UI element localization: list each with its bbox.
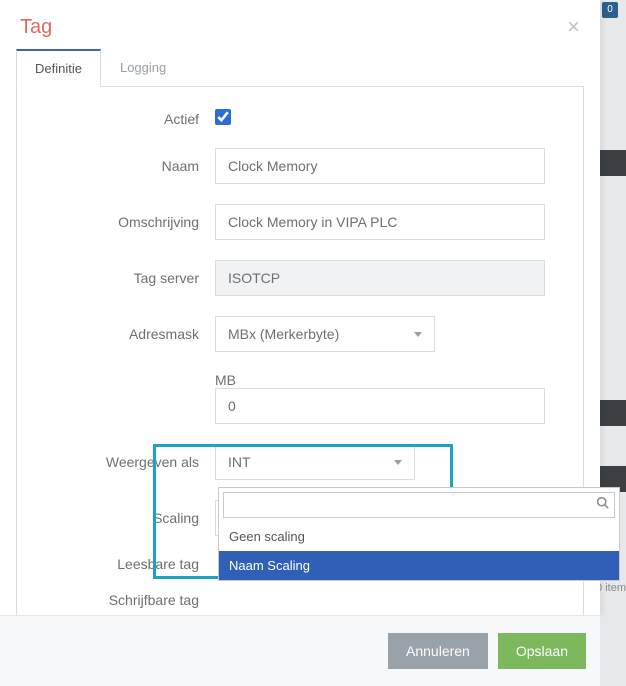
- field-tagserver: ISOTCP: [215, 260, 545, 296]
- items-count: 0 item: [596, 582, 626, 594]
- dropdown-search-wrap: [219, 488, 619, 522]
- chevron-down-icon: [414, 332, 422, 337]
- modal-footer: Annuleren Opslaan: [0, 615, 600, 686]
- save-button[interactable]: Opslaan: [498, 633, 586, 669]
- dropdown-option-none[interactable]: Geen scaling: [219, 522, 619, 551]
- row-active: Actief: [35, 109, 565, 128]
- tab-logging[interactable]: Logging: [101, 49, 185, 87]
- label-addrmask: Adresmask: [35, 326, 215, 342]
- select-addrmask-value: MBx (Merkerbyte): [228, 326, 339, 342]
- bg-bar: [600, 400, 626, 426]
- select-display-as-value: INT: [228, 454, 251, 470]
- row-name: Naam: [35, 148, 565, 184]
- close-icon[interactable]: ×: [567, 14, 580, 40]
- label-writable-tag: Schrijfbare tag: [35, 592, 215, 608]
- notif-badge: 0: [602, 2, 618, 18]
- dropdown-search-input[interactable]: [223, 492, 615, 518]
- row-tagserver: Tag server ISOTCP: [35, 260, 565, 296]
- label-active: Actief: [35, 111, 215, 127]
- tab-definition[interactable]: Definitie: [16, 49, 101, 87]
- checkbox-active[interactable]: [215, 109, 231, 125]
- label-description: Omschrijving: [35, 214, 215, 230]
- row-description: Omschrijving: [35, 204, 565, 240]
- cancel-button[interactable]: Annuleren: [388, 633, 488, 669]
- dropdown-option-named[interactable]: Naam Scaling: [219, 551, 619, 580]
- row-mb: MB: [35, 372, 565, 424]
- input-mb[interactable]: [215, 388, 545, 424]
- label-readable-tag: Leesbare tag: [35, 556, 215, 572]
- row-writable-tag: Schrijfbare tag: [35, 592, 565, 608]
- bg-bar: [600, 150, 626, 176]
- label-mb: MB: [215, 372, 243, 388]
- chevron-down-icon: [394, 460, 402, 465]
- input-description[interactable]: [215, 204, 545, 240]
- modal-title: Tag: [20, 16, 52, 39]
- select-addrmask[interactable]: MBx (Merkerbyte): [215, 316, 435, 352]
- label-name: Naam: [35, 158, 215, 174]
- input-name[interactable]: [215, 148, 545, 184]
- row-display-as: Weergeven als INT: [35, 444, 565, 480]
- label-scaling: Scaling: [35, 510, 215, 526]
- label-tagserver: Tag server: [35, 270, 215, 286]
- label-display-as: Weergeven als: [35, 454, 215, 470]
- tab-strip: Definitie Logging: [16, 48, 584, 87]
- row-addrmask: Adresmask MBx (Merkerbyte): [35, 316, 565, 352]
- scaling-dropdown: Geen scaling Naam Scaling: [218, 487, 620, 581]
- modal-header: Tag ×: [0, 0, 600, 48]
- select-display-as[interactable]: INT: [215, 444, 415, 480]
